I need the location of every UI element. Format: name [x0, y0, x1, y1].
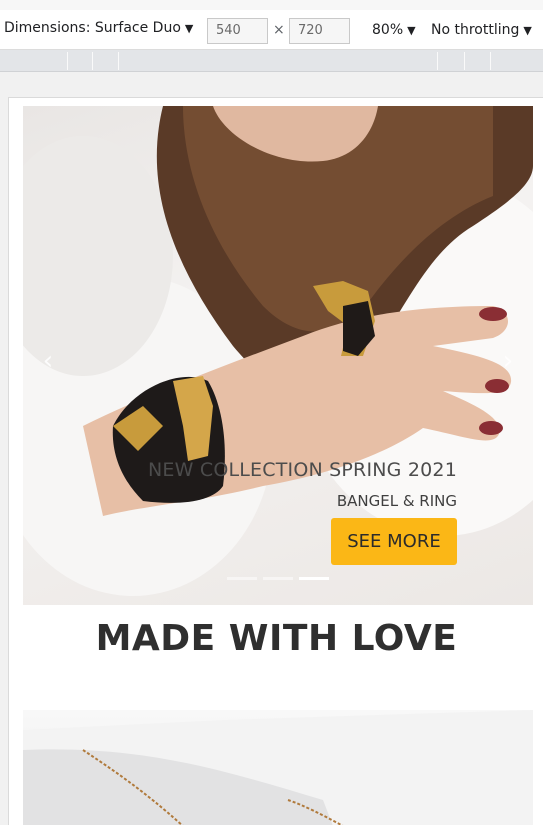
device-viewport: ‹ › NEW COLLECTION SPRING 2021 BANGEL & … — [8, 97, 543, 825]
caption-subtitle: BANGEL & RING — [336, 492, 457, 510]
section-headline: MADE WITH LOVE — [95, 618, 458, 659]
browser-top-strip — [0, 0, 543, 10]
device-toolbar: Dimensions: Surface Duo ▼ 540 × 720 80% ▼ … — [0, 10, 543, 50]
height-input[interactable]: 720 — [289, 18, 350, 44]
carousel-indicators — [23, 577, 533, 581]
carousel-indicator-3[interactable] — [299, 577, 329, 580]
necklace-image — [23, 710, 533, 825]
carousel-indicator-2[interactable] — [263, 577, 293, 580]
chevron-down-icon: ▼ — [184, 22, 194, 35]
carousel-indicator-1[interactable] — [227, 577, 257, 580]
device-select[interactable]: Dimensions: Surface Duo ▼ — [4, 20, 193, 36]
zoom-value: 80% — [372, 22, 404, 38]
media-query-ruler[interactable] — [0, 50, 543, 72]
caption-title: NEW COLLECTION SPRING 2021 — [148, 459, 457, 481]
carousel-prev-button[interactable]: ‹ — [33, 341, 63, 381]
ruler-tick — [437, 52, 438, 70]
device-select-label: Dimensions: Surface Duo — [4, 20, 181, 36]
carousel-next-button[interactable]: › — [493, 341, 523, 381]
zoom-select[interactable]: 80% ▼ — [372, 22, 416, 38]
chevron-down-icon: ▼ — [407, 24, 416, 37]
ruler-tick — [92, 52, 93, 70]
ruler-tick — [67, 52, 68, 70]
chevron-down-icon: ▼ — [523, 24, 532, 37]
product-image — [23, 710, 533, 825]
throttling-value: No throttling — [431, 22, 520, 38]
times-separator: × — [273, 22, 285, 38]
ruler-tick — [118, 52, 119, 70]
see-more-button[interactable]: SEE MORE — [331, 518, 457, 565]
throttling-select[interactable]: No throttling ▼ — [431, 22, 532, 38]
ruler-tick — [464, 52, 465, 70]
width-input[interactable]: 540 — [207, 18, 268, 44]
hero-carousel: ‹ › NEW COLLECTION SPRING 2021 BANGEL & … — [23, 106, 533, 605]
ruler-tick — [490, 52, 491, 70]
